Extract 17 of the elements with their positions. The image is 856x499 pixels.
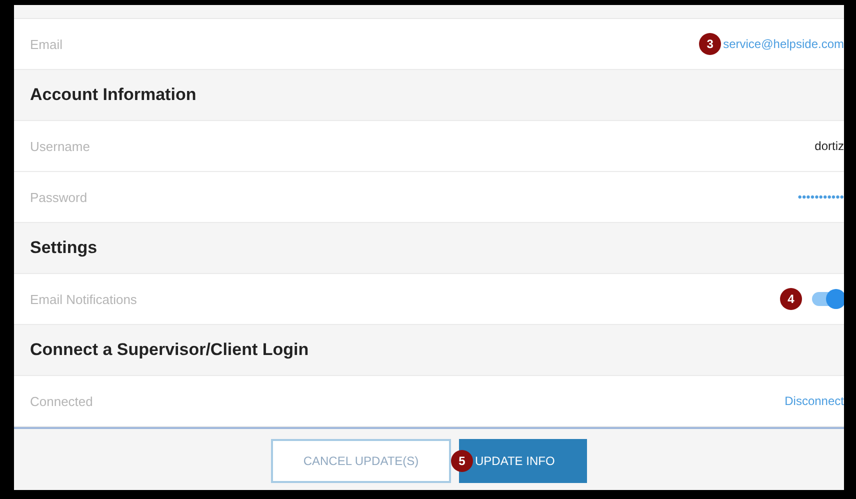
section-heading: Connect a Supervisor/Client Login (30, 340, 309, 360)
field-value: dortiz (814, 139, 844, 153)
cancel-button[interactable]: CANCEL UPDATE(S) (271, 438, 451, 482)
annotation-badge: 3 (699, 33, 722, 55)
annotation-badge: 4 (780, 288, 802, 310)
section-heading: Account Information (30, 85, 196, 105)
field-label: Email (30, 36, 64, 52)
field-label: Email Notifications (30, 292, 138, 306)
toggle-switch[interactable] (812, 292, 844, 306)
field-link[interactable]: Disconnect (784, 394, 844, 408)
annotation-badge: 5 (451, 450, 473, 472)
field-label: Password (30, 190, 88, 204)
field-label: Username (30, 138, 91, 154)
field-link[interactable]: service@helpside.com (723, 37, 844, 51)
field-label: Connected (30, 394, 94, 408)
field-link[interactable]: ••••••••••• (798, 190, 844, 204)
section-heading: Settings (30, 238, 98, 258)
